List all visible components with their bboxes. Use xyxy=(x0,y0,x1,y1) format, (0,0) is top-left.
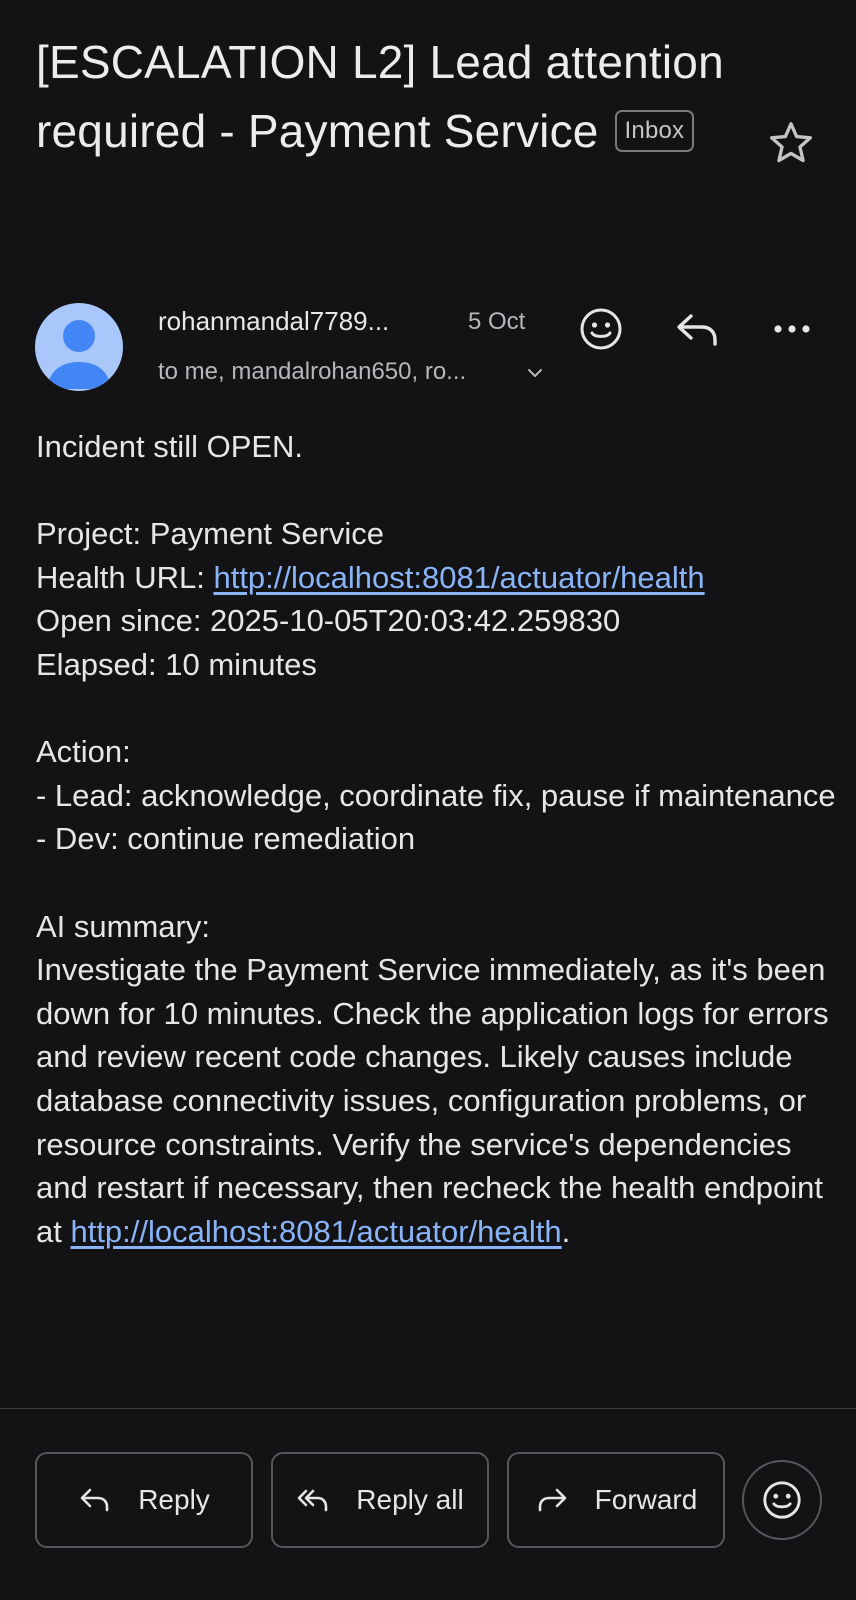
recipients-summary[interactable]: to me, mandalrohan650, ro... xyxy=(158,358,466,386)
reply-icon-button[interactable] xyxy=(674,308,722,350)
body-action-dev: - Dev: continue remediation xyxy=(36,821,416,857)
reply-all-button-label: Reply all xyxy=(356,1484,464,1515)
health-url-label: Health URL: xyxy=(36,559,214,595)
smiley-icon xyxy=(763,1481,801,1519)
star-icon xyxy=(769,122,813,163)
subject-header: [ESCALATION L2] Lead attention required … xyxy=(36,28,726,166)
reply-all-icon xyxy=(297,1489,328,1512)
person-icon xyxy=(47,320,111,389)
body-ai-summary: Investigate the Payment Service immediat… xyxy=(36,948,836,1253)
body-line-elapsed: Elapsed: 10 minutes xyxy=(36,646,317,682)
reply-icon xyxy=(80,1488,109,1512)
more-options-button[interactable] xyxy=(770,316,814,342)
forward-button-label: Forward xyxy=(594,1484,698,1515)
email-date: 5 Oct xyxy=(468,308,526,335)
add-reaction-button[interactable] xyxy=(578,306,624,352)
email-view: [ESCALATION L2] Lead attention required … xyxy=(0,0,856,1600)
body-ai-heading: AI summary: xyxy=(36,908,210,944)
email-body: Incident still OPEN. Project: Payment Se… xyxy=(36,425,836,1253)
health-url-link[interactable]: http://localhost:8081/actuator/health xyxy=(213,560,704,595)
reply-icon xyxy=(677,314,717,346)
reply-button[interactable]: Reply xyxy=(35,1452,253,1548)
chevron-down-icon xyxy=(528,369,542,377)
smiley-icon xyxy=(580,308,622,350)
forward-button[interactable]: Forward xyxy=(507,1452,725,1548)
recipients-expand[interactable] xyxy=(524,362,546,384)
star-button[interactable] xyxy=(766,118,816,168)
inbox-label-badge[interactable]: Inbox xyxy=(614,109,695,152)
forward-icon xyxy=(538,1488,566,1512)
body-line-health: Health URL: http://localhost:8081/actuat… xyxy=(36,556,836,600)
reply-all-button[interactable]: Reply all xyxy=(271,1452,489,1548)
reply-button-label: Reply xyxy=(138,1484,210,1515)
body-line-status: Incident still OPEN. xyxy=(36,429,304,464)
sender-name[interactable]: rohanmandal7789... xyxy=(158,306,389,337)
body-line-open-since: Open since: 2025-10-05T20:03:42.259830 xyxy=(36,603,621,639)
sender-avatar[interactable] xyxy=(35,303,123,391)
react-emoji-button[interactable] xyxy=(742,1460,822,1540)
body-action-heading: Action: xyxy=(36,734,131,770)
body-action-lead: - Lead: acknowledge, coordinate fix, pau… xyxy=(36,777,836,813)
body-line-project: Project: Payment Service xyxy=(36,516,385,552)
ai-summary-link[interactable]: http://localhost:8081/actuator/health xyxy=(70,1214,561,1249)
divider xyxy=(0,1408,856,1409)
ai-summary-text: Investigate the Payment Service immediat… xyxy=(36,952,838,1249)
email-subject: [ESCALATION L2] Lead attention required … xyxy=(36,28,726,166)
ai-summary-end: . xyxy=(561,1213,571,1249)
more-horizontal-icon xyxy=(774,325,810,333)
